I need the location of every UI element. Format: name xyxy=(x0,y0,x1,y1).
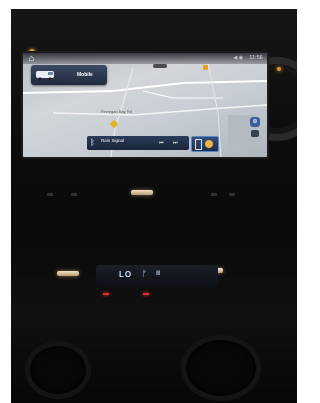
cup-holder xyxy=(25,341,91,399)
street-label: Finnegan Bay Rd xyxy=(101,109,132,114)
next-track-icon[interactable]: ⏭ xyxy=(173,140,178,146)
van-icon xyxy=(36,71,54,81)
signal-icon: ◀ ◉ xyxy=(233,55,243,61)
control-button[interactable] xyxy=(229,193,235,196)
volume-slider[interactable] xyxy=(131,190,153,195)
control-button[interactable] xyxy=(211,193,217,196)
clock: 11:56 xyxy=(249,55,263,61)
indicator-led xyxy=(143,293,149,295)
indicator-led xyxy=(103,293,109,295)
left-temp-slider[interactable] xyxy=(57,271,79,276)
track-title: Rain Signal xyxy=(101,138,125,143)
destination-card[interactable]: Mobile xyxy=(31,65,107,85)
weather-sun-icon xyxy=(205,140,213,148)
status-bar: ⌂ ◀ ◉ 11:56 xyxy=(23,53,267,64)
zoom-icon[interactable]: ⊕ xyxy=(250,117,260,127)
dashboard-photo: ⌂ ◀ ◉ 11:56 Mobile Finnegan Bay Rd ⊕ ᛒ R… xyxy=(11,9,297,403)
destination-label: Mobile xyxy=(77,72,93,78)
poi-marker xyxy=(203,65,208,70)
phone-icon xyxy=(195,139,202,150)
previous-track-icon[interactable]: ⏮ xyxy=(159,140,164,146)
defrost-icon: Ⅲ xyxy=(156,271,161,277)
ambient-light xyxy=(277,67,281,71)
control-button[interactable] xyxy=(47,193,53,196)
home-icon[interactable]: ⌂ xyxy=(26,54,37,63)
route-indicator xyxy=(153,64,167,68)
phone-widget[interactable] xyxy=(191,136,219,152)
map-layer-button[interactable] xyxy=(251,130,259,137)
infotainment-screen: ⌂ ◀ ◉ 11:56 Mobile Finnegan Bay Rd ⊕ ᛒ R… xyxy=(21,51,269,159)
climate-display: LO ᚠ Ⅲ xyxy=(96,265,218,287)
fan-icon: ᚠ xyxy=(142,269,147,278)
temperature-readout: LO xyxy=(119,270,133,279)
media-player-bar[interactable]: ᛒ Rain Signal ⏮ ⏭ xyxy=(87,136,189,150)
control-button[interactable] xyxy=(71,193,77,196)
center-controls xyxy=(43,187,243,207)
cup-holder xyxy=(181,335,261,401)
bluetooth-icon: ᛒ xyxy=(90,138,95,147)
